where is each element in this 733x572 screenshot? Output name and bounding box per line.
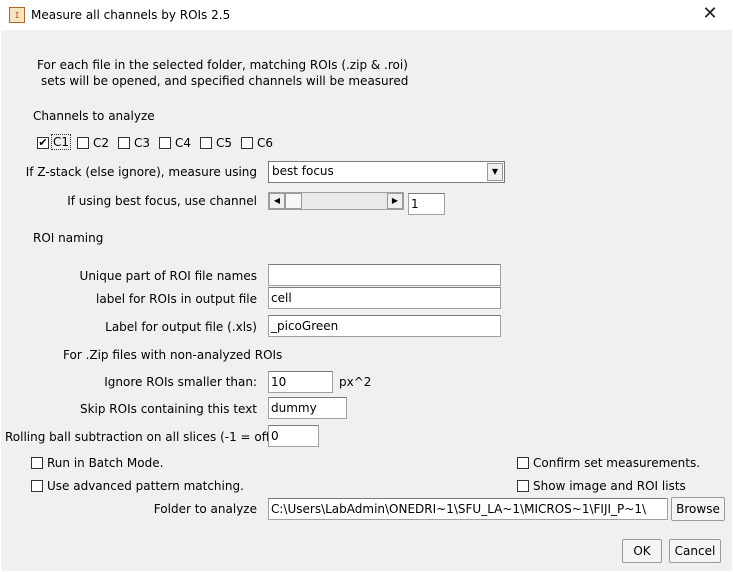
checkbox-c6-label: C6 [257,136,274,150]
unique-part-label: Unique part of ROI file names [79,269,257,283]
window-title: Measure all channels by ROIs 2.5 [31,8,231,22]
label-rois-label: label for ROIs in output file [96,292,257,306]
folder-path-input[interactable]: C:\Users\LabAdmin\ONEDRI~1\SFU_LA~1\MICR… [268,498,668,520]
channels-heading: Channels to analyze [33,109,155,123]
scroll-left-icon[interactable]: ◀ [269,193,285,209]
app-icon: ɪ [9,7,25,23]
rolling-ball-label: Rolling ball subtraction on all slices (… [5,430,275,444]
browse-button[interactable]: Browse [671,497,725,521]
checkbox-c1[interactable]: ✔ [37,137,49,149]
intro-line-2: sets will be opened, and specified chann… [41,74,409,88]
rolling-ball-input[interactable]: 0 [268,425,319,447]
advanced-matching-label: Use advanced pattern matching. [47,479,244,493]
zip-files-heading: For .Zip files with non-analyzed ROIs [63,348,283,362]
checkbox-c3[interactable] [118,137,130,149]
checkbox-c4-label: C4 [175,136,192,150]
output-label-input[interactable]: _picoGreen [268,315,501,337]
label-rois-input[interactable]: cell [268,287,501,309]
skip-rois-label: Skip ROIs containing this text [79,402,257,416]
slider-thumb[interactable] [285,193,302,209]
skip-rois-input[interactable]: dummy [268,397,347,419]
ignore-rois-label: Ignore ROIs smaller than: [104,375,257,389]
zstack-label: If Z-stack (else ignore), measure using [25,165,257,179]
title-bar: ɪ Measure all channels by ROIs 2.5 ✕ [0,0,733,30]
confirm-measurements-checkbox[interactable] [517,457,529,469]
checkbox-c2-label: C2 [93,136,110,150]
cancel-button[interactable]: Cancel [669,539,721,563]
dialog-body: For each file in the selected folder, ma… [1,30,732,571]
confirm-measurements-label: Confirm set measurements. [533,456,701,470]
intro-line-1: For each file in the selected folder, ma… [37,58,408,72]
show-lists-label: Show image and ROI lists [533,479,686,493]
output-label-label: Label for output file (.xls) [105,320,257,334]
zstack-select[interactable]: best focus ▼ [268,161,505,183]
chevron-down-icon[interactable]: ▼ [487,163,503,181]
ignore-rois-unit: px^2 [339,375,372,389]
best-focus-channel-slider[interactable]: ◀ ▶ [268,192,404,210]
best-focus-label: If using best focus, use channel [67,194,257,208]
batch-mode-label: Run in Batch Mode. [47,456,164,470]
scroll-right-icon[interactable]: ▶ [387,193,403,209]
checkbox-c2[interactable] [77,137,89,149]
best-focus-channel-field[interactable]: 1 [408,193,445,215]
checkbox-c6[interactable] [241,137,253,149]
roi-naming-heading: ROI naming [33,231,104,245]
zstack-selected-value: best focus [272,164,334,178]
checkbox-c4[interactable] [159,137,171,149]
batch-mode-checkbox[interactable] [31,457,43,469]
ignore-rois-input[interactable]: 10 [268,371,333,393]
checkbox-c3-label: C3 [134,136,151,150]
ok-button[interactable]: OK [622,539,662,563]
advanced-matching-checkbox[interactable] [31,480,43,492]
folder-label: Folder to analyze [153,502,257,516]
show-lists-checkbox[interactable] [517,480,529,492]
checkbox-c1-label: C1 [50,134,72,150]
unique-part-input[interactable] [268,264,501,286]
close-icon[interactable]: ✕ [687,0,733,30]
checkbox-c5-label: C5 [216,136,233,150]
checkbox-c5[interactable] [200,137,212,149]
